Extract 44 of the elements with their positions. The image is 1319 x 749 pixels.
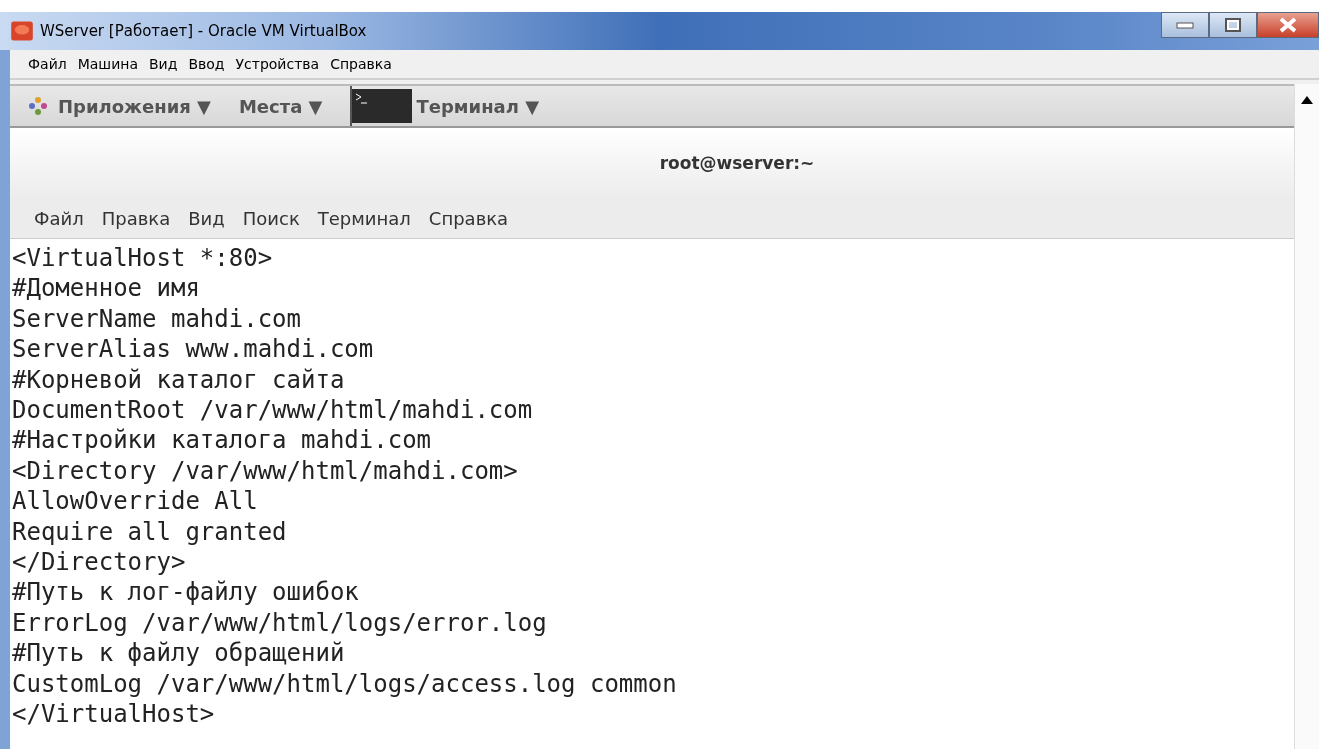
code-line: #Доменное имя xyxy=(12,273,201,304)
code-line: CustomLog /var/www/html/logs/access.log common xyxy=(12,668,678,700)
code-line: <VirtualHost *:80> xyxy=(12,243,274,274)
code-line: #Путь к лог-файлу ошибок xyxy=(12,577,360,608)
close-button[interactable] xyxy=(1257,12,1319,38)
code-line: AllowOverride All xyxy=(12,486,259,517)
code-line: ServerName mahdi.com xyxy=(12,303,302,335)
maximize-button[interactable] xyxy=(1209,12,1257,38)
menu-item[interactable]: Вид xyxy=(149,56,178,72)
code-line: </VirtualHost> xyxy=(12,699,216,730)
app-icon xyxy=(10,19,34,43)
minimize-icon xyxy=(1176,21,1194,29)
maximize-icon xyxy=(1225,18,1241,32)
scroll-up-icon[interactable] xyxy=(1301,96,1313,104)
menu-item[interactable]: Вид xyxy=(188,207,225,229)
code-line: ServerAlias www.mahdi.com xyxy=(12,334,375,365)
menu-item[interactable]: Файл xyxy=(34,207,84,229)
menu-item[interactable]: Терминал xyxy=(317,207,411,229)
menu-item[interactable]: Файл xyxy=(28,56,67,72)
panel-menu[interactable]: Терминал ▼ xyxy=(350,86,539,126)
menu-item[interactable]: Машина xyxy=(77,56,138,72)
window-title: WServer [Работает] - Oracle VM VirtualBox xyxy=(40,22,367,40)
close-icon xyxy=(1278,17,1298,33)
menu-item[interactable]: Поиск xyxy=(242,207,300,229)
menu-item[interactable]: Справка xyxy=(330,56,392,72)
menu-item[interactable]: Ввод xyxy=(188,56,225,72)
code-line: </Directory> xyxy=(12,547,187,578)
menu-item[interactable]: Правка xyxy=(101,207,171,229)
menu-item[interactable]: Справка xyxy=(428,207,509,229)
code-line: <Directory /var/www/html/mahdi.com> xyxy=(12,455,519,487)
code-line: #Настройки каталога mahdi.com xyxy=(12,425,433,456)
menu-item[interactable]: Устройства xyxy=(235,56,320,72)
scrollbar[interactable] xyxy=(1294,84,1319,749)
code-line: #Путь к файлу обращений xyxy=(12,638,346,669)
panel-menu[interactable]: Приложения ▼ xyxy=(28,86,211,126)
code-line: DocumentRoot /var/www/html/mahdi.com xyxy=(12,395,534,426)
code-line: Require all granted xyxy=(12,516,288,548)
panel-menu[interactable]: Места ▼ xyxy=(238,86,323,126)
code-line: ErrorLog /var/www/html/logs/error.log xyxy=(12,607,548,639)
terminal-icon xyxy=(352,89,413,123)
flower-icon xyxy=(28,96,48,116)
minimize-button[interactable] xyxy=(1161,12,1209,38)
code-line: #Корневой каталог сайта xyxy=(12,364,346,396)
terminal-title: root@wserver:~ xyxy=(659,153,815,173)
